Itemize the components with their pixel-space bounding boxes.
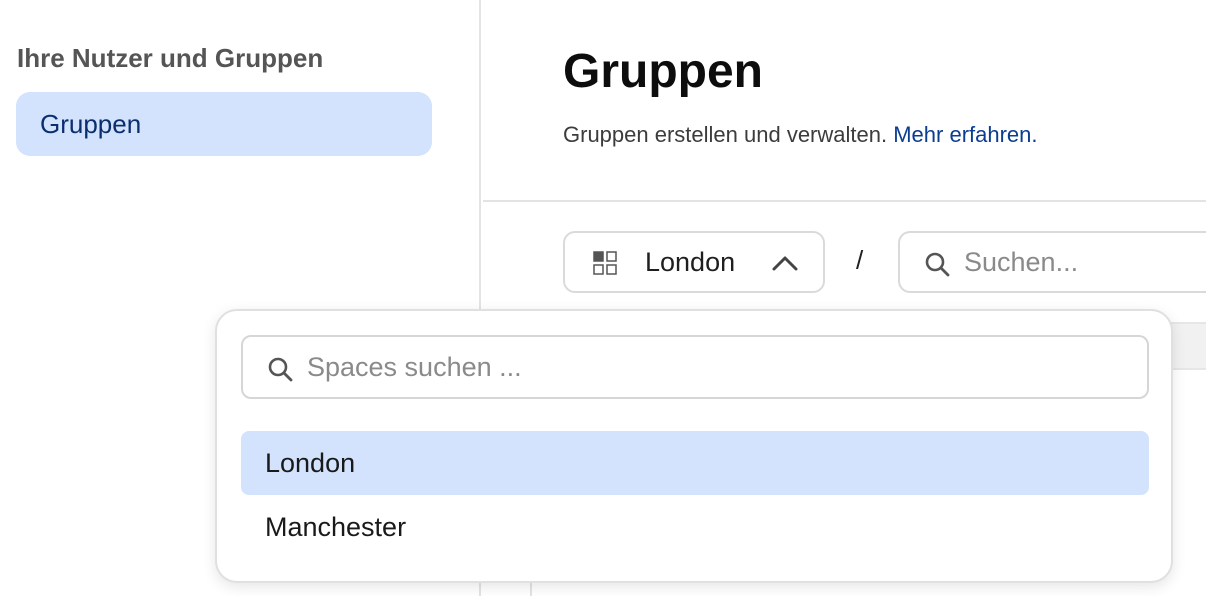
group-search-placeholder: Suchen... xyxy=(964,247,1079,277)
space-option-label: Manchester xyxy=(265,511,407,542)
group-search[interactable]: Suchen... xyxy=(898,231,1206,293)
chevron-up-icon xyxy=(772,256,798,271)
page-title: Gruppen xyxy=(563,45,763,98)
search-icon xyxy=(925,252,950,277)
sidebar-item-gruppen[interactable]: Gruppen xyxy=(16,92,432,156)
page-description-text: Gruppen erstellen und verwalten. xyxy=(563,122,888,147)
space-select[interactable]: London xyxy=(563,231,825,293)
learn-more-link[interactable]: Mehr erfahren. xyxy=(893,122,1037,147)
path-separator: / xyxy=(856,245,864,275)
space-option-label: London xyxy=(265,447,356,478)
grid-icon xyxy=(593,251,617,275)
space-search[interactable] xyxy=(241,335,1149,399)
search-icon xyxy=(268,357,293,382)
space-select-value: London xyxy=(645,247,736,277)
space-dropdown-popup: London Manchester xyxy=(215,309,1173,583)
space-option-manchester[interactable]: Manchester xyxy=(241,495,1149,559)
space-option-london[interactable]: London xyxy=(241,431,1149,495)
header-divider xyxy=(483,200,1206,202)
sidebar-item-label: Gruppen xyxy=(40,108,142,139)
page: Ihre Nutzer und Gruppen Gruppen Gruppen … xyxy=(0,0,1206,596)
page-description: Gruppen erstellen und verwalten. Mehr er… xyxy=(563,122,1038,148)
sidebar-heading: Ihre Nutzer und Gruppen xyxy=(17,43,324,73)
space-search-input[interactable] xyxy=(307,347,1127,387)
